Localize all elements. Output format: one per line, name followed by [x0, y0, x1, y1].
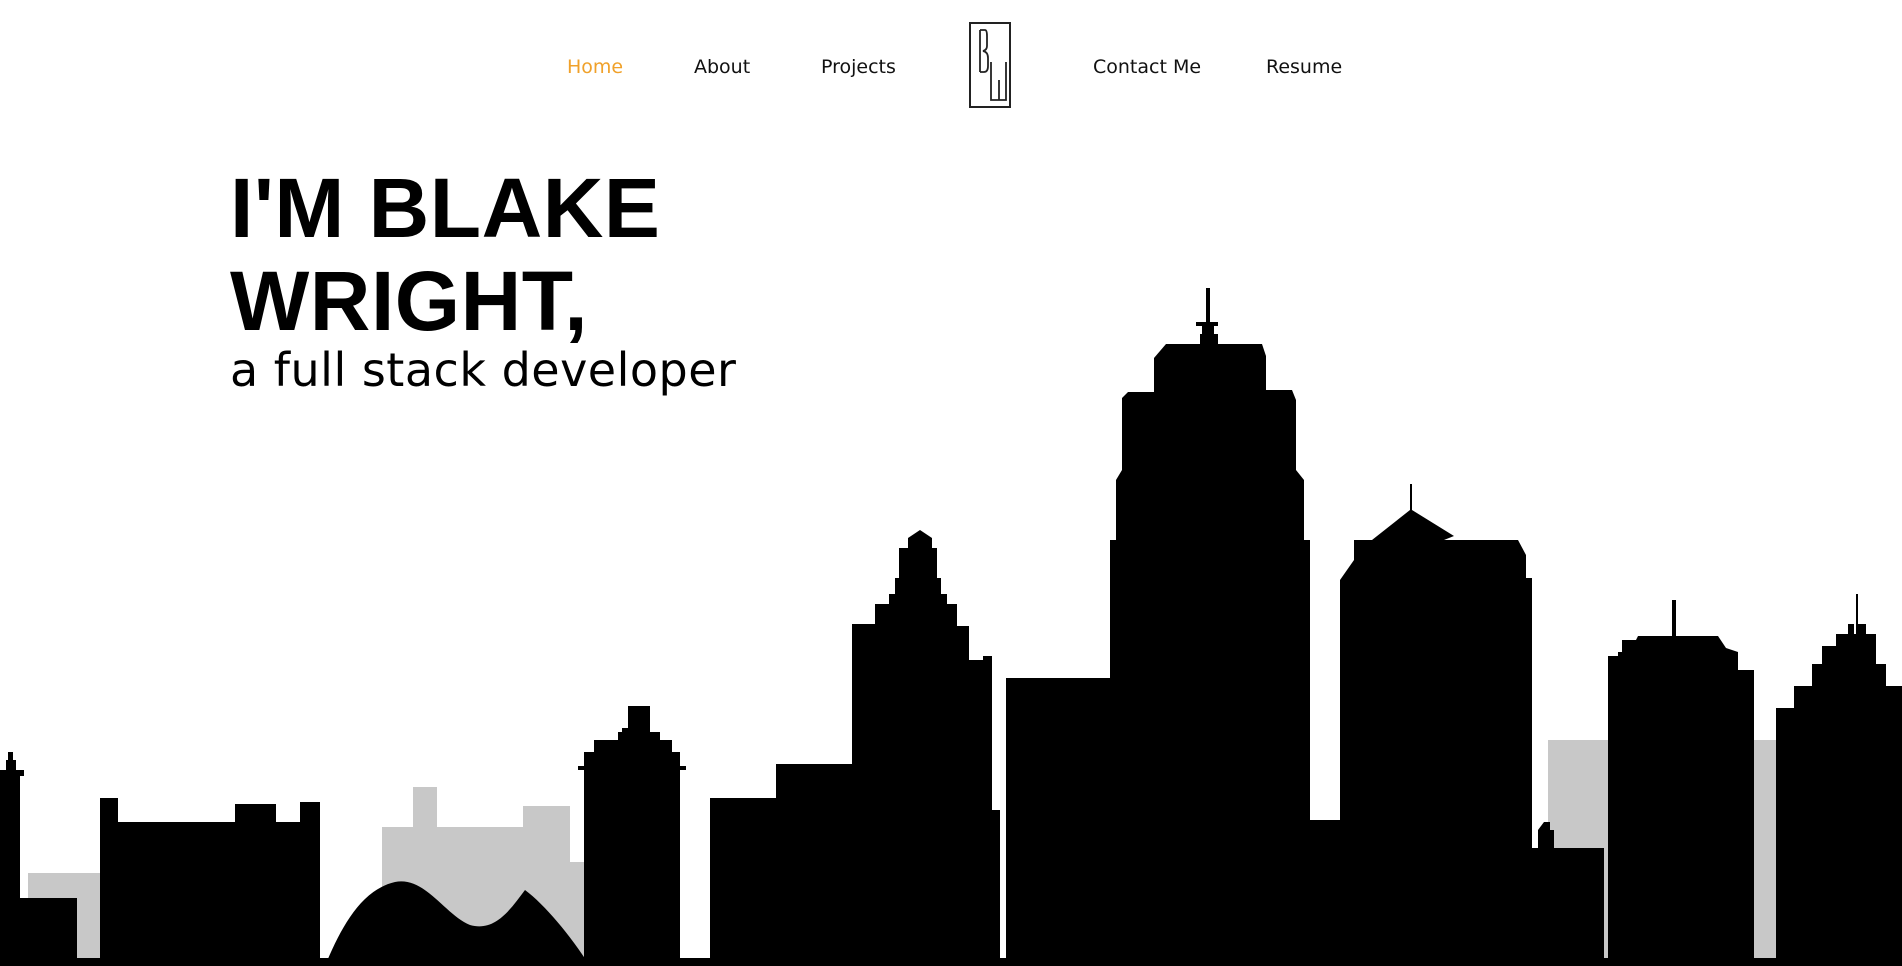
- hero-intro: I'M BLAKE WRIGHT, a full stack developer: [230, 162, 1030, 400]
- hero-subtitle: a full stack developer: [230, 343, 737, 397]
- hero-name-heading: I'M BLAKE WRIGHT,: [230, 162, 1030, 348]
- nav-contact-link[interactable]: Contact Me: [1093, 53, 1201, 81]
- nav-projects-link[interactable]: Projects: [821, 53, 896, 81]
- hero-name-line1: I'M BLAKE: [230, 161, 661, 255]
- main-navigation: Home About Projects Contact Me Resume: [0, 0, 1902, 135]
- nav-home-link[interactable]: Home: [567, 53, 623, 81]
- hero-name-line2: WRIGHT,: [230, 254, 589, 348]
- city-skyline-illustration: [0, 288, 1902, 966]
- bw-logo-icon[interactable]: [969, 22, 1011, 108]
- nav-about-link[interactable]: About: [694, 53, 750, 81]
- nav-resume-link[interactable]: Resume: [1266, 53, 1342, 81]
